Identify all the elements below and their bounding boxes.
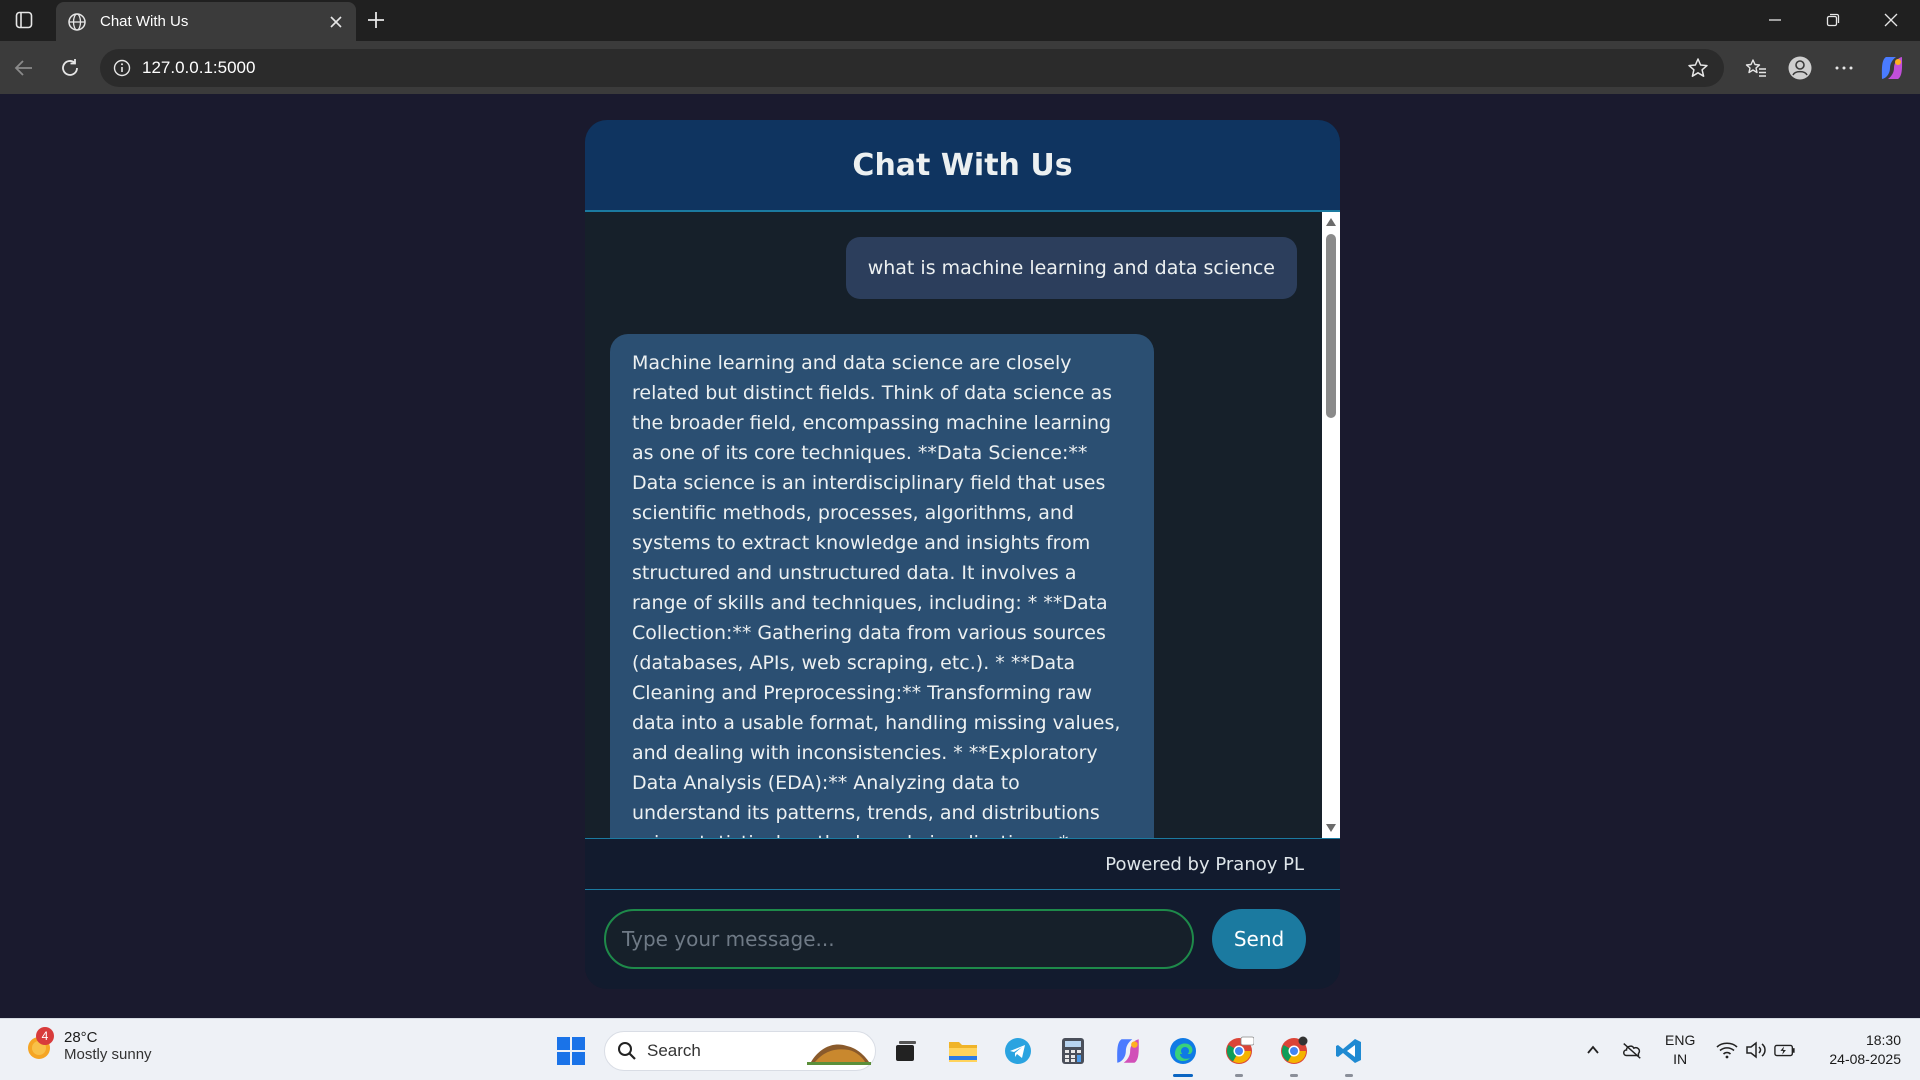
taskbar: 4 28°C Mostly sunny Search ENG IN 18:30 … xyxy=(0,1018,1920,1080)
message-input[interactable] xyxy=(604,909,1194,969)
chat-footer: Powered by Pranoy PL xyxy=(585,838,1340,890)
chat-scrollbar[interactable] xyxy=(1322,212,1340,838)
tab-actions-icon[interactable] xyxy=(14,10,34,30)
chat-container: Chat With Us what is machine learning an… xyxy=(585,120,1340,989)
chat-header: Chat With Us xyxy=(585,120,1340,212)
copilot-app-icon[interactable] xyxy=(1112,1035,1144,1067)
chrome-pip-icon[interactable] xyxy=(1223,1035,1255,1067)
profile-icon[interactable] xyxy=(1786,54,1814,82)
star-icon[interactable] xyxy=(1686,56,1710,80)
more-icon[interactable] xyxy=(1830,54,1858,82)
weather-condition: Mostly sunny xyxy=(64,1046,152,1063)
browser-tab-strip: Chat With Us xyxy=(0,0,1920,41)
chevron-up-icon[interactable] xyxy=(1582,1039,1604,1061)
edge-active-indicator xyxy=(1173,1074,1193,1077)
bot-message: Machine learning and data science are cl… xyxy=(610,334,1154,838)
search-label: Search xyxy=(647,1041,701,1060)
calculator-icon[interactable] xyxy=(1057,1035,1089,1067)
clock-date: 24-08-2025 xyxy=(1829,1051,1901,1067)
wifi-icon[interactable] xyxy=(1716,1039,1738,1061)
url-text: 127.0.0.1:5000 xyxy=(142,58,256,77)
tab-title: Chat With Us xyxy=(100,13,189,30)
windows-start-icon[interactable] xyxy=(556,1036,586,1066)
clock-time: 18:30 xyxy=(1865,1032,1901,1048)
edge-icon[interactable] xyxy=(1167,1035,1199,1067)
user-message: what is machine learning and data scienc… xyxy=(845,237,1297,299)
language-indicator[interactable]: ENG IN xyxy=(1665,1031,1695,1069)
close-icon[interactable] xyxy=(326,12,346,32)
weather-temperature: 28°C xyxy=(64,1029,98,1046)
minimize-icon[interactable] xyxy=(1760,8,1790,32)
powered-by-text: Powered by Pranoy PL xyxy=(1105,853,1304,875)
search-icon xyxy=(617,1041,637,1061)
plus-icon[interactable] xyxy=(362,8,390,32)
telegram-icon[interactable] xyxy=(1002,1035,1034,1067)
info-icon[interactable] xyxy=(112,58,132,78)
language-region: IN xyxy=(1673,1051,1688,1067)
scroll-down-arrow-icon[interactable] xyxy=(1325,822,1337,834)
onedrive-offline-icon[interactable] xyxy=(1621,1039,1643,1061)
refresh-icon[interactable] xyxy=(56,54,84,82)
vscode-indicator xyxy=(1345,1074,1353,1077)
language-code: ENG xyxy=(1665,1032,1696,1048)
chrome-icon[interactable] xyxy=(1278,1035,1310,1067)
weather-alert-badge: 4 xyxy=(36,1027,54,1045)
restore-icon[interactable] xyxy=(1818,8,1848,32)
send-button[interactable]: Send xyxy=(1212,909,1306,969)
address-bar[interactable]: 127.0.0.1:5000 xyxy=(100,49,1724,87)
chat-title: Chat With Us xyxy=(852,147,1073,183)
taskbar-search[interactable]: Search xyxy=(604,1031,876,1071)
window-close-icon[interactable] xyxy=(1876,8,1906,32)
weather-sun-icon: 4 xyxy=(24,1027,58,1063)
battery-icon[interactable] xyxy=(1774,1039,1796,1061)
browser-tab[interactable]: Chat With Us xyxy=(56,2,356,41)
volume-icon[interactable] xyxy=(1745,1039,1767,1061)
chrome-pip-indicator xyxy=(1235,1074,1243,1077)
vscode-icon[interactable] xyxy=(1333,1035,1365,1067)
chat-messages[interactable]: what is machine learning and data scienc… xyxy=(585,212,1340,838)
task-view-icon[interactable] xyxy=(890,1035,922,1067)
weather-widget[interactable]: 4 28°C Mostly sunny xyxy=(24,1027,152,1063)
browser-toolbar: 127.0.0.1:5000 xyxy=(0,41,1920,94)
copilot-icon[interactable] xyxy=(1878,54,1906,82)
chrome-indicator xyxy=(1290,1074,1298,1077)
file-explorer-icon[interactable] xyxy=(947,1035,979,1067)
page-viewport: Chat With Us what is machine learning an… xyxy=(5,94,1915,1018)
scroll-thumb[interactable] xyxy=(1326,234,1336,418)
scroll-up-arrow-icon[interactable] xyxy=(1325,216,1337,228)
system-clock[interactable]: 18:30 24-08-2025 xyxy=(1815,1031,1901,1069)
chat-input-row: Send xyxy=(585,890,1340,987)
favorites-icon[interactable] xyxy=(1742,54,1770,82)
search-highlight-icon xyxy=(807,1038,871,1066)
back-arrow-icon[interactable] xyxy=(10,54,38,82)
globe-icon xyxy=(66,11,88,33)
